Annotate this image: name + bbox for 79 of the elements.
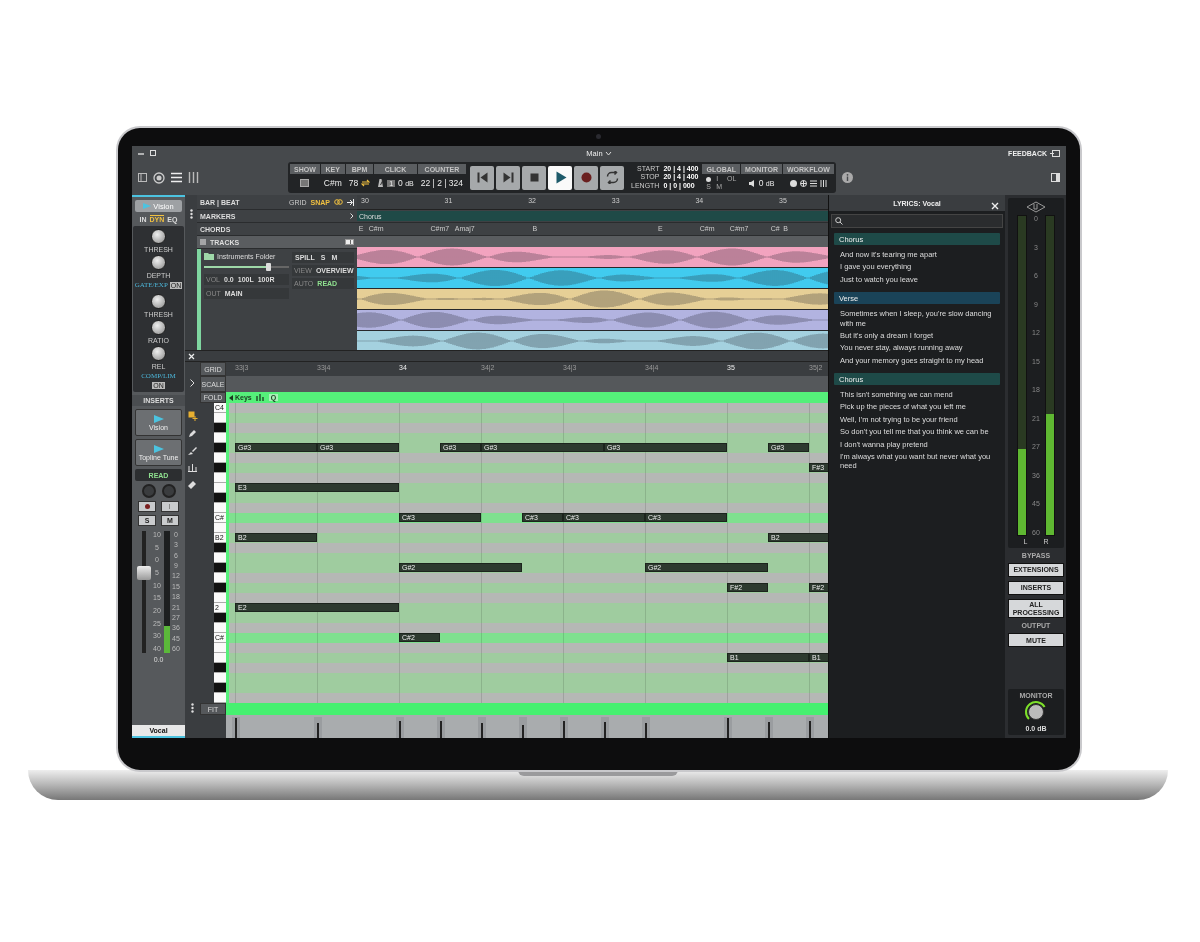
play-button[interactable] — [548, 165, 572, 190]
loop-button[interactable] — [600, 165, 624, 190]
search-field[interactable] — [831, 214, 1003, 228]
crosshair-icon[interactable] — [799, 179, 807, 187]
piano-key[interactable] — [214, 423, 226, 433]
velocity-icon[interactable] — [255, 394, 265, 401]
logo-icon — [1026, 201, 1046, 213]
forward-button[interactable] — [496, 165, 520, 190]
window-icon[interactable] — [300, 179, 310, 187]
circle-icon[interactable] — [789, 179, 797, 187]
knob[interactable] — [151, 255, 166, 270]
minimize-icon[interactable] — [138, 150, 144, 156]
input-button[interactable] — [161, 501, 179, 512]
panel-icon[interactable] — [1051, 173, 1060, 182]
loop-icon — [605, 171, 619, 184]
forward-icon — [501, 171, 515, 184]
knob[interactable] — [151, 294, 166, 309]
arrow-right-icon[interactable] — [347, 198, 354, 206]
sync-icon[interactable] — [361, 179, 371, 187]
audio-clip[interactable] — [357, 268, 828, 288]
chevron-down-icon — [604, 150, 612, 156]
audio-clip[interactable] — [357, 310, 828, 330]
audio-clip[interactable] — [357, 247, 828, 267]
folder-icon — [204, 252, 214, 260]
piano-key[interactable] — [214, 563, 226, 573]
close-icon[interactable] — [188, 352, 195, 360]
knob[interactable] — [151, 320, 166, 335]
key-value[interactable]: C#m — [323, 178, 342, 188]
chat-icon — [1050, 149, 1060, 157]
toggle-icon[interactable] — [345, 239, 354, 245]
pencil-icon[interactable] — [188, 429, 197, 438]
search-icon — [835, 217, 843, 225]
stop-button[interactable] — [522, 165, 546, 190]
knob[interactable] — [151, 229, 166, 244]
record-button[interactable] — [574, 165, 598, 190]
select-icon[interactable] — [187, 411, 198, 421]
slider-thumb[interactable] — [265, 263, 271, 271]
audio-clip[interactable] — [357, 289, 828, 309]
piano-key[interactable] — [214, 463, 226, 473]
sidebar-icon[interactable] — [138, 173, 147, 182]
counter-value: 22 | 2 | 324 — [420, 178, 463, 188]
more-icon[interactable] — [189, 209, 193, 219]
audio-clip[interactable] — [357, 331, 828, 350]
piano-key[interactable] — [214, 543, 226, 553]
collapse-icon — [229, 394, 233, 401]
play-icon — [153, 414, 164, 423]
back-button[interactable] — [470, 165, 494, 190]
piano-key[interactable] — [214, 443, 226, 453]
eraser-icon[interactable] — [188, 480, 197, 489]
dot-icon[interactable] — [706, 176, 712, 182]
knob[interactable] — [151, 346, 166, 361]
list-icon[interactable] — [809, 179, 817, 187]
camera-dot — [596, 134, 601, 139]
record-icon — [144, 504, 150, 509]
list-icon[interactable] — [171, 172, 182, 183]
speaker-icon[interactable] — [748, 179, 756, 187]
play-icon — [553, 171, 567, 184]
more-icon[interactable] — [191, 703, 194, 713]
metronome-icon[interactable] — [377, 179, 385, 187]
fader-handle[interactable] — [136, 565, 151, 580]
back-icon — [475, 171, 489, 184]
record-arm-button[interactable] — [138, 501, 156, 512]
record-icon — [579, 171, 593, 184]
brush-icon[interactable] — [188, 446, 197, 455]
play-icon — [143, 203, 152, 209]
mixer-icon[interactable] — [819, 179, 827, 187]
maximize-icon[interactable] — [150, 150, 156, 156]
link-icon[interactable] — [334, 199, 343, 205]
chevron-right-icon[interactable] — [350, 213, 354, 219]
play-icon — [153, 444, 164, 453]
info-icon[interactable] — [841, 172, 853, 183]
piano-key[interactable] — [214, 663, 226, 673]
chevron-right-icon[interactable] — [190, 379, 195, 387]
piano-key[interactable] — [214, 613, 226, 623]
piano-key[interactable] — [214, 493, 226, 503]
bpm-value[interactable]: 78 — [348, 178, 359, 188]
piano-key[interactable] — [214, 683, 226, 693]
piano-key[interactable] — [214, 583, 226, 593]
target-icon[interactable] — [153, 171, 165, 184]
